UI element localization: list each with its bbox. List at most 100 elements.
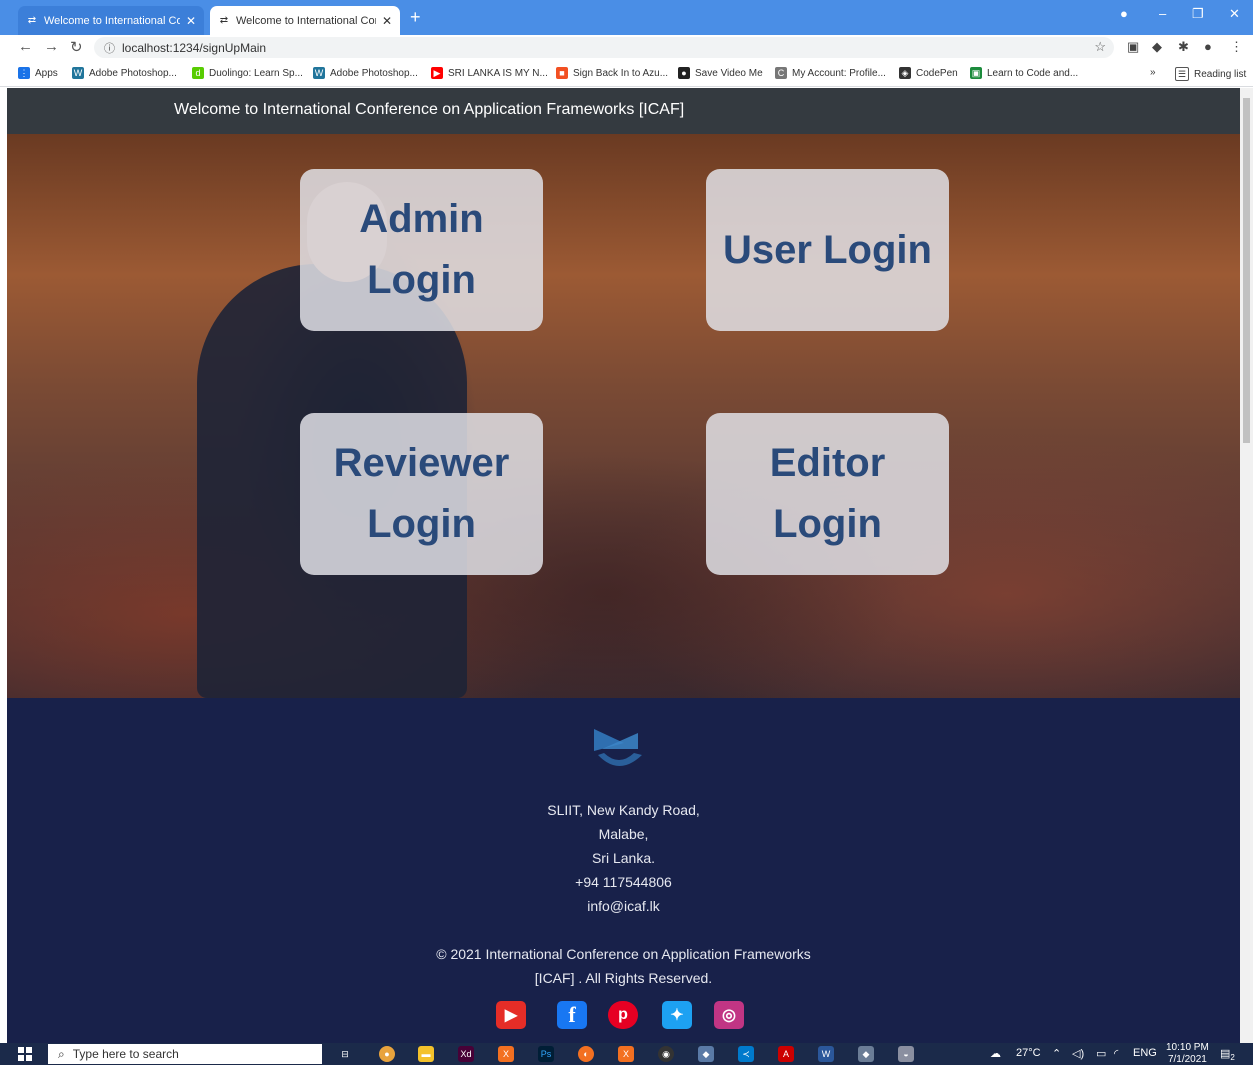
info-icon[interactable]: ⓘ xyxy=(104,40,115,56)
xampp-icon[interactable]: X xyxy=(618,1046,634,1062)
puzzle-icon[interactable]: ✱ xyxy=(1178,39,1189,55)
browser-tab-active[interactable]: ⇄ Welcome to International Confer ✕ xyxy=(210,6,400,35)
notification-icon[interactable]: ▤2 xyxy=(1220,1047,1235,1062)
bookmark-item[interactable]: W Adobe Photoshop... xyxy=(313,67,418,79)
address-line: Malabe, xyxy=(598,826,649,842)
editor-login-label: Editor Login xyxy=(769,441,886,546)
browser-toolbar: ← → ↻ ⓘ localhost:1234/signUpMain ☆ ▣ ◆ … xyxy=(0,35,1253,60)
url-text[interactable]: localhost:1234/signUpMain xyxy=(122,41,266,55)
admin-login-label: Admin Login xyxy=(359,197,484,302)
adobe-xd-icon[interactable]: Xd xyxy=(458,1046,474,1062)
learn-code-icon: ▣ xyxy=(970,67,982,79)
app-icon[interactable]: ◒ xyxy=(898,1046,914,1062)
reload-icon[interactable]: ↻ xyxy=(70,38,83,56)
xampp-icon[interactable]: X xyxy=(498,1046,514,1062)
admin-login-button[interactable]: Admin Login xyxy=(300,169,543,331)
windows-start-icon[interactable] xyxy=(18,1047,32,1061)
taskbar-search-box[interactable]: ⌕ Type here to search xyxy=(48,1044,322,1064)
phone-number: +94 117544806 xyxy=(575,874,672,890)
apps-grid-icon: ⋮ xyxy=(18,67,30,79)
bookmark-item[interactable]: C My Account: Profile... xyxy=(775,67,886,79)
instagram-icon[interactable]: ◎ xyxy=(714,1001,744,1029)
facebook-icon[interactable]: f xyxy=(557,1001,587,1029)
show-hidden-icons-icon[interactable]: ⌃ xyxy=(1052,1047,1061,1060)
savevideo-icon: ● xyxy=(678,67,690,79)
reading-list[interactable]: ☰ Reading list xyxy=(1175,67,1246,81)
icaf-logo-icon xyxy=(594,729,642,766)
volume-icon[interactable]: ◁) xyxy=(1072,1047,1084,1060)
task-view-icon[interactable]: ⊟ xyxy=(337,1046,353,1062)
wifi-icon[interactable]: ◜ xyxy=(1114,1047,1118,1060)
email-address: info@icaf.lk xyxy=(587,898,660,914)
new-tab-icon[interactable]: + xyxy=(410,7,421,28)
extension-icon[interactable]: ▣ xyxy=(1127,39,1139,55)
more-bookmarks-icon[interactable]: » xyxy=(1150,67,1156,78)
notification-count: 2 xyxy=(1230,1053,1235,1063)
site-title: Welcome to International Conference on A… xyxy=(174,101,685,118)
extension-icon[interactable]: ◆ xyxy=(1152,39,1162,55)
bookmarks-bar: ⋮ Apps W Adobe Photoshop... d Duolingo: Lea… xyxy=(0,60,1253,87)
youtube-icon[interactable]: ▶ xyxy=(496,1001,526,1029)
bookmark-item[interactable]: d Duolingo: Learn Sp... xyxy=(192,67,303,79)
back-icon[interactable]: ← xyxy=(18,38,33,55)
weather-icon[interactable]: ☁ xyxy=(990,1047,1001,1060)
reviewer-login-button[interactable]: Reviewer Login xyxy=(300,413,543,575)
scrollbar-thumb[interactable] xyxy=(1243,98,1250,443)
search-placeholder: Type here to search xyxy=(72,1047,179,1061)
bookmark-star-icon[interactable]: ☆ xyxy=(1094,39,1106,55)
word-icon[interactable]: W xyxy=(818,1046,834,1062)
profile-site-icon: C xyxy=(775,67,787,79)
minimize-icon[interactable]: – xyxy=(1159,6,1166,21)
site-footer: SLIIT, New Kandy Road, Malabe, Sri Lanka… xyxy=(7,698,1240,1043)
git-icon[interactable]: ◆ xyxy=(858,1046,874,1062)
bookmark-item[interactable]: ● Save Video Me xyxy=(678,67,763,79)
copyright-line: © 2021 International Conference on Appli… xyxy=(436,946,811,962)
bookmark-item[interactable]: ■ Sign Back In to Azu... xyxy=(556,67,668,79)
clock-time: 10:10 PM xyxy=(1166,1042,1209,1053)
microsoft-icon: ■ xyxy=(556,67,568,79)
profile-dropdown-icon[interactable]: ● xyxy=(1120,6,1128,21)
tab-title: Welcome to International Confer xyxy=(44,14,180,27)
youtube-icon: ▶ xyxy=(431,67,443,79)
weather-temp[interactable]: 27°C xyxy=(1016,1047,1041,1059)
close-tab-icon[interactable]: ✕ xyxy=(382,14,392,28)
file-explorer-icon[interactable]: ▬ xyxy=(418,1046,434,1062)
battery-icon[interactable]: ▭ xyxy=(1096,1047,1106,1060)
bookmark-item[interactable]: ▣ Learn to Code and... xyxy=(970,67,1078,79)
hero-background-image: Admin Login User Login Reviewer Login Ed… xyxy=(7,134,1240,698)
acrobat-icon[interactable]: A xyxy=(778,1046,794,1062)
pinterest-icon[interactable]: p xyxy=(608,1001,638,1029)
obs-icon[interactable]: ◉ xyxy=(658,1046,674,1062)
bookmark-item[interactable]: W Adobe Photoshop... xyxy=(72,67,177,79)
forward-icon[interactable]: → xyxy=(44,38,59,55)
profile-icon[interactable]: ● xyxy=(1204,39,1212,54)
app-icon[interactable]: ◆ xyxy=(698,1046,714,1062)
page-scrollbar[interactable] xyxy=(1240,88,1253,1043)
bookmark-item[interactable]: ▶ SRI LANKA IS MY N... xyxy=(431,67,548,79)
editor-login-button[interactable]: Editor Login xyxy=(706,413,949,575)
language-indicator[interactable]: ENG xyxy=(1133,1047,1157,1059)
photoshop-icon[interactable]: Ps xyxy=(538,1046,554,1062)
page-viewport: Welcome to International Conference on A… xyxy=(7,88,1240,1043)
windows-taskbar: ⌕ Type here to search ⊟ ● ▬ Xd X Ps ◐ X … xyxy=(0,1042,1253,1066)
close-tab-icon[interactable]: ✕ xyxy=(186,14,196,28)
user-login-button[interactable]: User Login xyxy=(706,169,949,331)
restore-icon[interactable]: ❐ xyxy=(1192,6,1204,22)
clock[interactable]: 10:10 PM 7/1/2021 xyxy=(1166,1042,1209,1066)
chrome-icon[interactable]: ● xyxy=(379,1046,395,1062)
site-favicon-icon: ⇄ xyxy=(219,15,229,26)
copyright-line: [ICAF] . All Rights Reserved. xyxy=(534,970,713,986)
browser-app-icon[interactable]: ◐ xyxy=(578,1046,594,1062)
twitter-icon[interactable]: ✦ xyxy=(662,1001,692,1029)
browser-tab-bar: ⇄ Welcome to International Confer ✕ ⇄ We… xyxy=(0,0,1253,35)
address-bar[interactable]: ⓘ localhost:1234/signUpMain ☆ xyxy=(94,37,1114,58)
menu-kebab-icon[interactable]: ⋮ xyxy=(1230,39,1243,55)
bookmark-item[interactable]: ⋮ Apps xyxy=(18,67,58,79)
wordpress-icon: W xyxy=(313,67,325,79)
duolingo-icon: d xyxy=(192,67,204,79)
bookmark-item[interactable]: ◈ CodePen xyxy=(899,67,958,79)
vscode-icon[interactable]: ≺ xyxy=(738,1046,754,1062)
browser-tab[interactable]: ⇄ Welcome to International Confer ✕ xyxy=(18,6,204,35)
user-login-label: User Login xyxy=(723,227,932,272)
close-window-icon[interactable]: ✕ xyxy=(1229,6,1240,22)
